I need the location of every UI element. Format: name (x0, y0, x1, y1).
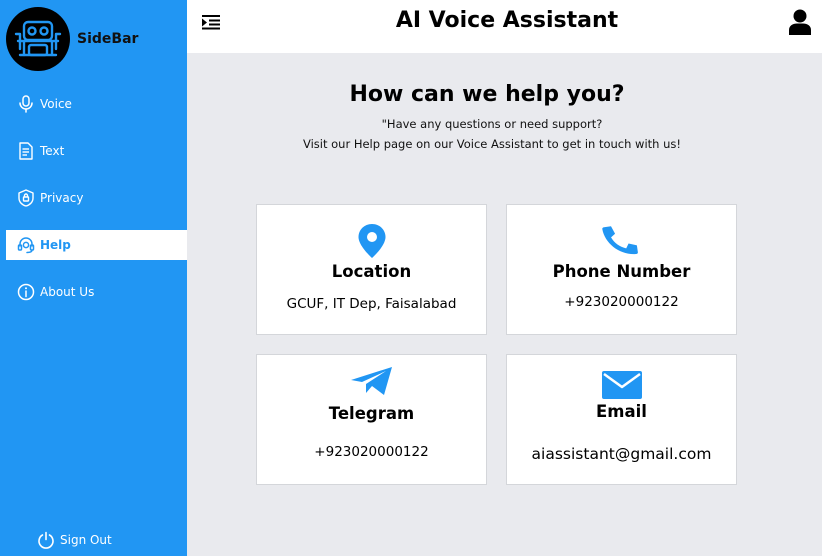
card-title: Telegram (328, 404, 415, 423)
sidebar-item-text[interactable]: Text (6, 136, 187, 166)
sidebar-item-about-us[interactable]: About Us (6, 277, 187, 307)
shield-lock-icon (16, 188, 36, 208)
sidebar-item-privacy[interactable]: Privacy (6, 183, 187, 213)
brand: SideBar (6, 7, 138, 71)
phone-card: Phone Number +923020000122 (506, 204, 737, 335)
card-title: Email (596, 402, 647, 421)
document-icon (16, 141, 36, 161)
sidebar-item-label: Help (40, 238, 71, 252)
telegram-card: Telegram +923020000122 (256, 354, 487, 485)
robot-logo-icon (6, 7, 70, 71)
sidebar-item-label: Privacy (40, 191, 84, 205)
card-title: Location (331, 262, 412, 281)
location-card: Location GCUF, IT Dep, Faisalabad (256, 204, 487, 335)
page-subtitle: Visit our Help page on our Voice Assista… (302, 137, 682, 151)
sidebar-item-label: Voice (40, 97, 72, 111)
email-card: Email aiassistant@gmail.com (506, 354, 737, 485)
location-pin-icon (257, 223, 486, 259)
card-value: +923020000122 (564, 294, 679, 310)
card-title: Phone Number (552, 262, 691, 281)
info-icon (16, 282, 36, 302)
card-value: aiassistant@gmail.com (531, 445, 712, 463)
headset-icon (16, 235, 36, 255)
microphone-icon (16, 94, 36, 114)
header: AI Voice Assistant (187, 0, 822, 53)
power-icon (36, 530, 56, 550)
sign-out-label: Sign Out (60, 533, 112, 547)
telegram-icon (257, 366, 486, 396)
sidebar: SideBar Voice Text Privacy Help About Us (0, 0, 187, 556)
page-subtitle: "Have any questions or need support? (381, 117, 603, 131)
sidebar-item-label: Text (40, 144, 65, 158)
user-icon[interactable] (788, 9, 812, 35)
sidebar-item-help[interactable]: Help (6, 230, 187, 260)
sidebar-item-voice[interactable]: Voice (6, 89, 187, 119)
sign-out-button[interactable]: Sign Out (36, 530, 112, 550)
card-value: GCUF, IT Dep, Faisalabad (286, 296, 457, 312)
envelope-icon (507, 370, 736, 400)
app-title: AI Voice Assistant (395, 8, 619, 33)
card-value: +923020000122 (314, 444, 429, 460)
sidebar-item-label: About Us (40, 285, 95, 299)
phone-icon (507, 223, 736, 257)
page-title: How can we help you? (349, 82, 625, 107)
brand-name: SideBar (77, 31, 139, 47)
